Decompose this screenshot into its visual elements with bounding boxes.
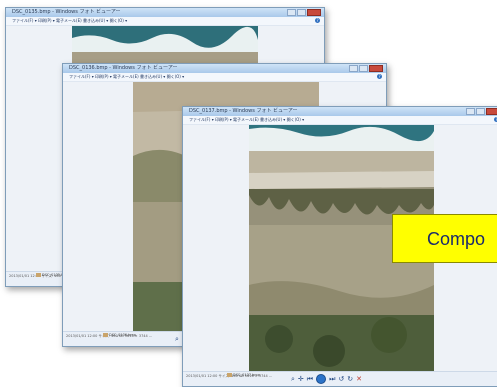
- title-bar[interactable]: DSC_0135.bmp - Windows フォト ビューアー: [6, 8, 324, 17]
- menu-items[interactable]: ファイル(F) ▾ 印刷(P) ▾ 電子メール(E) 書き込み(U) ▾ 開く(…: [69, 74, 184, 80]
- window-title: DSC_0135.bmp - Windows フォト ビューアー: [12, 9, 121, 15]
- previous-button[interactable]: ⏮: [307, 375, 313, 384]
- file-name-text: DSC_0137.bmp: [233, 373, 260, 377]
- help-icon[interactable]: ?: [315, 18, 320, 23]
- menu-items[interactable]: ファイル(F) ▾ 印刷(P) ▾ 電子メール(E) 書き込み(U) ▾ 開く(…: [12, 18, 127, 24]
- image-file-icon: [36, 273, 41, 277]
- callout-text: Compo: [427, 229, 486, 249]
- actual-size-icon[interactable]: ✛: [298, 375, 304, 384]
- delete-icon[interactable]: ✕: [356, 375, 362, 384]
- rotate-right-icon[interactable]: ↻: [347, 375, 353, 384]
- next-button[interactable]: ⏭: [329, 375, 335, 384]
- zoom-icon[interactable]: ⌕: [175, 335, 179, 344]
- close-button[interactable]: [486, 108, 497, 115]
- window-title: DSC_0136.bmp - Windows フォト ビューアー: [69, 65, 178, 71]
- file-name: DSC_0137.bmp: [227, 373, 260, 377]
- zoom-icon[interactable]: ⌕: [291, 375, 295, 384]
- window-buttons: [287, 9, 321, 16]
- title-bar[interactable]: DSC_0136.bmp - Windows フォト ビューアー: [63, 64, 386, 73]
- image-file-icon: [227, 373, 232, 377]
- file-name-text: DSC_0136.bmp: [109, 333, 136, 337]
- maximize-button[interactable]: [359, 65, 368, 72]
- status-bar: 2013/01/01 12:00 サイズ: 460 KB 5616 × 3744…: [183, 371, 497, 386]
- title-bar[interactable]: DSC_0137.bmp - Windows フォト ビューアー: [183, 107, 497, 116]
- window-buttons: [349, 65, 383, 72]
- minimize-button[interactable]: [466, 108, 475, 115]
- maximize-button[interactable]: [476, 108, 485, 115]
- slideshow-button[interactable]: [316, 374, 327, 384]
- window-title: DSC_0137.bmp - Windows フォト ビューアー: [189, 108, 298, 114]
- close-button[interactable]: [307, 9, 321, 16]
- help-icon[interactable]: ?: [377, 74, 382, 79]
- minimize-button[interactable]: [287, 9, 296, 16]
- window-buttons: [466, 108, 497, 115]
- menu-bar: ファイル(F) ▾ 印刷(P) ▾ 電子メール(E) 書き込み(U) ▾ 開く(…: [183, 116, 497, 125]
- maximize-button[interactable]: [297, 9, 306, 16]
- callout-label: Compo: [392, 214, 497, 263]
- menu-items[interactable]: ファイル(F) ▾ 印刷(P) ▾ 電子メール(E) 書き込み(U) ▾ 開く(…: [189, 117, 304, 123]
- menu-bar: ファイル(F) ▾ 印刷(P) ▾ 電子メール(E) 書き込み(U) ▾ 開く(…: [63, 73, 386, 82]
- close-button[interactable]: [369, 65, 383, 72]
- rotate-left-icon[interactable]: ↺: [338, 375, 344, 384]
- viewer-controls: ⌕ ✛ ⏮ ⏭ ↺ ↻ ✕: [291, 374, 362, 384]
- menu-bar: ファイル(F) ▾ 印刷(P) ▾ 電子メール(E) 書き込み(U) ▾ 開く(…: [6, 17, 324, 26]
- minimize-button[interactable]: [349, 65, 358, 72]
- image-file-icon: [103, 333, 108, 337]
- file-name: DSC_0136.bmp: [103, 333, 136, 337]
- viewer-controls: ⌕: [175, 334, 179, 344]
